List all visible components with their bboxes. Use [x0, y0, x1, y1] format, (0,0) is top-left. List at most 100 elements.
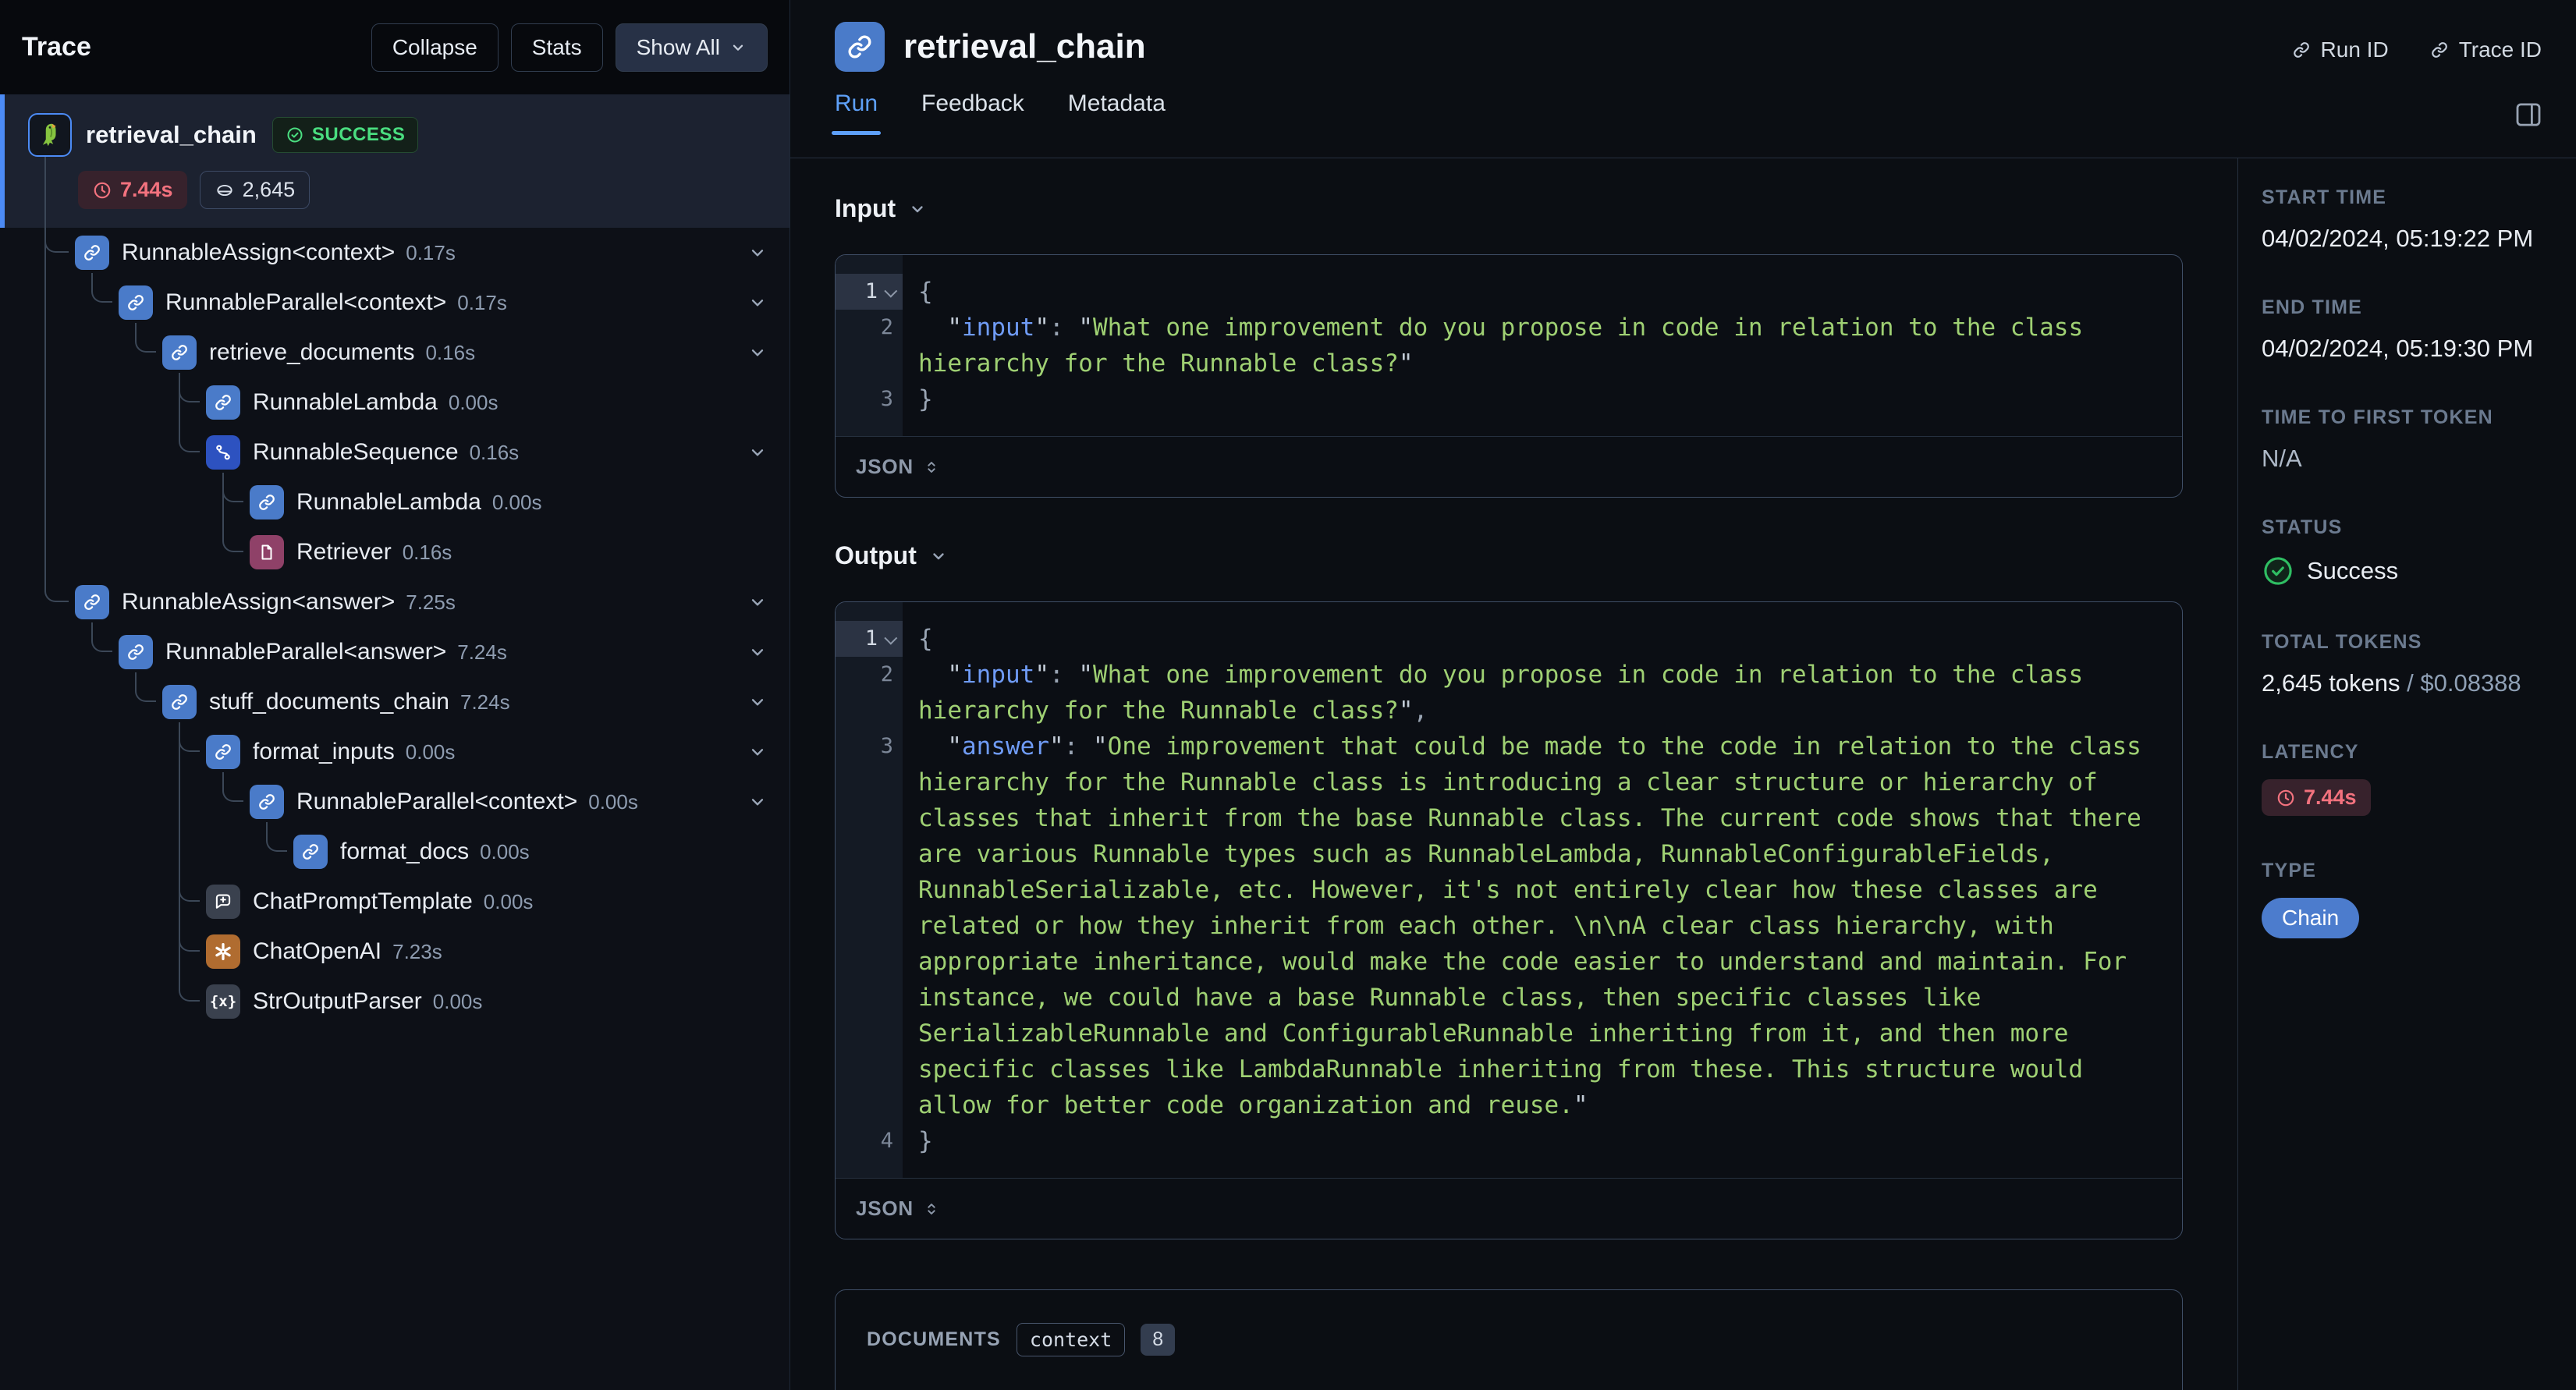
- tree-row-label: RunnableParallel<answer>: [165, 639, 447, 665]
- tree-row-duration: 7.24s: [457, 640, 507, 664]
- tree-row[interactable]: RunnableParallel<answer> 7.24s: [0, 627, 789, 677]
- tree-row[interactable]: stuff_documents_chain 7.24s: [0, 677, 789, 727]
- output-heading: Output: [835, 541, 917, 569]
- chain-icon: [162, 335, 197, 370]
- latency-badge: 7.44s: [78, 171, 187, 209]
- collapse-button[interactable]: Collapse: [371, 23, 499, 72]
- chain-icon: [250, 485, 284, 519]
- trace-id-button[interactable]: Trace ID: [2429, 37, 2542, 62]
- tree-row-label: ChatPromptTemplate: [253, 888, 473, 914]
- tree-row[interactable]: RunnableParallel<context> 0.17s: [0, 278, 789, 328]
- tree-row[interactable]: retrieve_documents 0.16s: [0, 328, 789, 378]
- end-time-value: 04/02/2024, 05:19:30 PM: [2262, 335, 2534, 362]
- stats-button[interactable]: Stats: [510, 23, 603, 72]
- chevron-down-icon[interactable]: [747, 442, 768, 463]
- line-number: 2: [880, 662, 893, 686]
- chevron-down-icon[interactable]: [747, 592, 768, 612]
- sequence-icon: [206, 435, 240, 470]
- parrot-icon: [28, 113, 72, 157]
- tree-row[interactable]: ChatPromptTemplate 0.00s: [0, 877, 789, 927]
- tree-row-duration: 0.00s: [588, 789, 638, 814]
- input-section-header[interactable]: Input: [835, 194, 2183, 223]
- tree-row-duration: 0.16s: [425, 340, 476, 364]
- output-code-footer: JSON: [836, 1178, 2182, 1239]
- tree-row[interactable]: {x} StrOutputParser 0.00s: [0, 977, 789, 1027]
- chain-icon: [119, 285, 153, 320]
- line-number[interactable]: 1: [836, 274, 903, 310]
- header-right: Run ID Trace ID: [2291, 37, 2542, 62]
- output-section-header[interactable]: Output: [835, 541, 2183, 570]
- chain-icon: [119, 635, 153, 669]
- total-tokens-group: TOTAL TOKENS 2,645 tokens / $0.08388: [2262, 631, 2557, 697]
- tokens-cost: / $0.08388: [2400, 669, 2521, 697]
- panel-toggle-icon[interactable]: [2512, 98, 2545, 131]
- documents-header: DOCUMENTS context 8: [867, 1323, 2151, 1356]
- chevron-down-icon[interactable]: [747, 293, 768, 313]
- input-code-footer: JSON: [836, 436, 2182, 497]
- chevron-down-icon[interactable]: [747, 243, 768, 263]
- tree-row-duration: 0.00s: [448, 390, 499, 414]
- show-all-dropdown[interactable]: Show All: [615, 23, 768, 72]
- tree-row-label: format_docs: [340, 839, 470, 864]
- output-section: Output 1{2 "input": "What one improvemen…: [835, 541, 2183, 1239]
- tree-row[interactable]: format_inputs 0.00s: [0, 727, 789, 777]
- chevrons-up-down-icon: [928, 1203, 935, 1214]
- trace-sidebar: Trace Collapse Stats Show All retrieval_…: [0, 0, 790, 1390]
- tab-feedback[interactable]: Feedback: [921, 90, 1024, 134]
- input-code-block: 1{2 "input": "What one improvement do yo…: [835, 254, 2183, 498]
- trace-tree: RunnableAssign<context> 0.17s RunnablePara…: [0, 157, 789, 1027]
- documents-panel: DOCUMENTS context 8 For example, .. code…: [835, 1289, 2183, 1390]
- chevron-down-icon[interactable]: [747, 342, 768, 363]
- end-time-group: END TIME 04/02/2024, 05:19:30 PM: [2262, 296, 2557, 363]
- type-group: TYPE Chain: [2262, 860, 2557, 938]
- code-content: }: [918, 1127, 933, 1155]
- tree-row[interactable]: format_docs 0.00s: [0, 827, 789, 877]
- run-id-label: Run ID: [2320, 37, 2389, 62]
- chain-icon: [206, 735, 240, 769]
- chevron-down-icon: [912, 205, 923, 212]
- total-tokens-value: 2,645 tokens / $0.08388: [2262, 669, 2557, 697]
- tree-row-duration: 7.23s: [392, 939, 442, 963]
- tree-row[interactable]: Retriever 0.16s: [0, 527, 789, 577]
- chevron-down-icon: [933, 552, 944, 559]
- trace-sidebar-header: Trace Collapse Stats Show All: [0, 0, 789, 94]
- tree-row-label: RunnableLambda: [296, 489, 481, 515]
- chevron-down-icon[interactable]: [747, 792, 768, 812]
- run-id-button[interactable]: Run ID: [2291, 37, 2389, 62]
- tree-row-label: retrieve_documents: [209, 339, 415, 365]
- openai-icon: [206, 934, 240, 969]
- chevron-down-icon[interactable]: [747, 692, 768, 712]
- tab-metadata[interactable]: Metadata: [1068, 90, 1166, 134]
- chevron-down-icon[interactable]: [747, 742, 768, 762]
- tree-row-label: format_inputs: [253, 739, 395, 764]
- tree-row[interactable]: RunnableLambda 0.00s: [0, 378, 789, 427]
- tab-run[interactable]: Run: [831, 90, 882, 135]
- chain-icon: [835, 22, 885, 72]
- tree-row-duration: 0.00s: [405, 739, 456, 764]
- fold-chevron-icon[interactable]: [884, 631, 898, 645]
- tree-row[interactable]: RunnableParallel<context> 0.00s: [0, 777, 789, 827]
- tokens-badge-value: 2,645: [242, 178, 296, 201]
- page-title: retrieval_chain: [903, 27, 1146, 66]
- run-content: Input 1{2 "input": "What one improvement…: [790, 158, 2237, 1390]
- format-selector[interactable]: JSON: [856, 1197, 914, 1221]
- tree-row-label: RunnableParallel<context>: [296, 789, 578, 814]
- code-content: "input": "What one improvement do you pr…: [918, 314, 2098, 378]
- latency-label: LATENCY: [2262, 741, 2359, 763]
- chevron-down-icon[interactable]: [747, 642, 768, 662]
- root-run-row[interactable]: retrieval_chain SUCCESS 7.44s 2,645: [0, 94, 789, 228]
- tree-row-duration: 7.24s: [459, 690, 510, 714]
- tree-row[interactable]: RunnableSequence 0.16s: [0, 427, 789, 477]
- tree-row[interactable]: ChatOpenAI 7.23s: [0, 927, 789, 977]
- line-number[interactable]: 1: [836, 621, 903, 657]
- tree-row-duration: 7.25s: [406, 590, 456, 614]
- code-content: "input": "What one improvement do you pr…: [918, 661, 2098, 725]
- format-selector[interactable]: JSON: [856, 455, 914, 479]
- tree-row-label: ChatOpenAI: [253, 938, 382, 964]
- tree-row-duration: 0.00s: [480, 839, 530, 863]
- fold-chevron-icon[interactable]: [884, 284, 898, 298]
- tokens-badge: 2,645: [199, 171, 310, 209]
- tree-row[interactable]: RunnableAssign<context> 0.17s: [0, 228, 789, 278]
- tree-row[interactable]: RunnableLambda 0.00s: [0, 477, 789, 527]
- tree-row[interactable]: RunnableAssign<answer> 7.25s: [0, 577, 789, 627]
